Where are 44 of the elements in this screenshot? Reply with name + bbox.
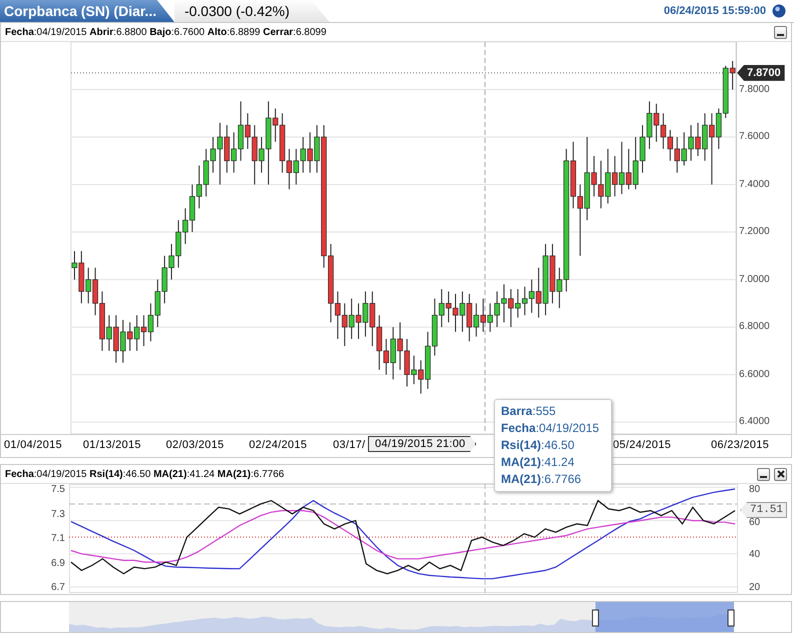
x-axis-label: 01/13/2015	[83, 439, 142, 451]
tooltip-line: MA(21):6.7766	[501, 471, 582, 488]
x-axis-label: 02/03/2015	[166, 439, 224, 451]
close-icon	[776, 470, 784, 478]
x-axis-label: 05/24/2015	[613, 439, 672, 451]
last-price-label: 7.8700	[737, 64, 785, 81]
y-axis-label: 7.5	[51, 484, 65, 496]
x-axis-label: 03/17/	[333, 439, 366, 451]
y-axis-label: 7.8000	[739, 84, 770, 96]
y-axis-label: 7.0000	[739, 274, 770, 286]
globe-icon[interactable]	[772, 4, 786, 18]
minimize-button[interactable]	[774, 26, 787, 38]
y-axis-label: 7.4000	[739, 178, 770, 191]
y-axis-label: 7.2000	[739, 226, 770, 238]
tooltip-line: Rsi(14):46.50	[501, 437, 576, 454]
y-axis-label: 60	[749, 516, 762, 529]
y-axis-label: 7.3	[51, 508, 65, 520]
y-axis-label: 20	[749, 582, 762, 594]
y-axis-label: 7.1	[51, 533, 65, 545]
indicator-info: Fecha:04/19/2015 Rsi(14):46.50 MA(21):41.24 MA(21):6.7766	[5, 468, 284, 480]
y-axis-label: 6.7	[51, 582, 65, 594]
y-axis-label: 6.9	[51, 558, 65, 570]
crosshair-date-label: 04/19/2015 21:00	[368, 436, 476, 452]
x-axis-label: 01/04/2015	[4, 439, 62, 451]
timestamp: 06/24/2015 15:59:00	[664, 5, 766, 17]
minimize-icon	[777, 34, 784, 36]
rsi-value-label: 71.51	[740, 502, 788, 518]
y-axis-label: 6.8000	[739, 321, 770, 334]
y-axis-label: 40	[749, 549, 762, 562]
y-axis-label: 7.6000	[739, 131, 770, 144]
y-axis-label: 80	[749, 484, 762, 496]
tooltip-line: Barra:555	[501, 403, 557, 420]
minimize-icon	[760, 476, 767, 478]
y-axis-label: 6.6000	[739, 368, 770, 381]
minimize-button[interactable]	[757, 468, 770, 480]
instrument-tab[interactable]: Corpbanca (SN) (Diar...	[0, 0, 174, 22]
x-axis-label: 02/24/2015	[249, 439, 308, 451]
close-button[interactable]	[774, 468, 787, 480]
ohlc-info: Fecha:04/19/2015 Abrir:6.8800 Bajo:6.7600 Alto:6.8899 Cerrar:6.8099	[5, 26, 326, 38]
tooltip-line: Fecha:04/19/2015	[501, 420, 600, 437]
tooltip-line: MA(21):41.24	[501, 454, 576, 471]
price-change: -0.0300 (-0.42%)	[174, 0, 330, 22]
y-axis-label: 6.4000	[739, 416, 770, 428]
x-axis-label: 06/23/2015	[711, 439, 770, 451]
